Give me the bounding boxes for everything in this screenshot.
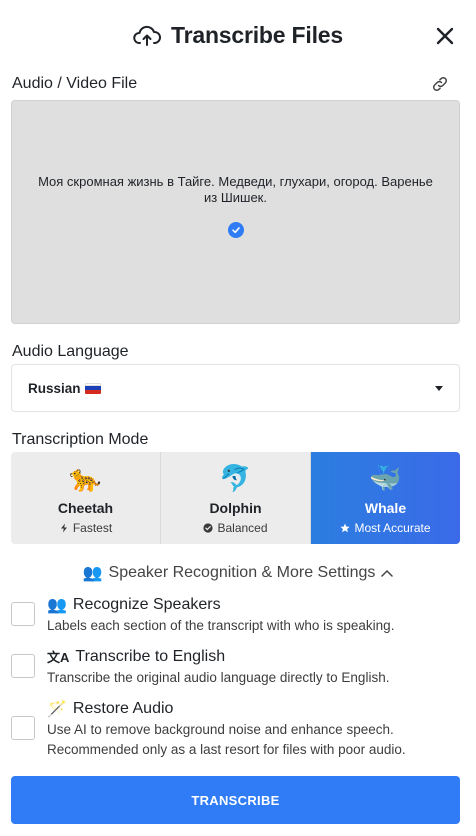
option-desc: Labels each section of the transcript wi… — [47, 618, 395, 633]
option-restore-audio: 🪄 Restore Audio Use AI to remove backgro… — [11, 699, 461, 763]
caret-down-icon — [435, 386, 443, 391]
file-dropzone[interactable]: Моя скромная жизнь в Тайге. Медведи, глу… — [11, 100, 460, 324]
more-settings-label: Speaker Recognition & More Settings — [108, 564, 376, 581]
transcribe-button[interactable]: TRANSCRIBE — [11, 776, 460, 824]
people-icon: 👥 — [82, 565, 103, 582]
option-desc: Use AI to remove background noise and en… — [47, 722, 406, 757]
option-title-label: Transcribe to English — [75, 647, 226, 665]
whale-icon: 🐳 — [369, 463, 402, 493]
chevron-up-icon — [381, 569, 394, 577]
check-circle-icon — [227, 222, 244, 238]
star-icon — [340, 523, 351, 533]
lightning-icon — [60, 523, 67, 533]
mode-dolphin[interactable]: 🐬 Dolphin Balanced — [161, 452, 311, 544]
cloud-upload-icon — [133, 25, 162, 46]
magic-wand-icon: 🪄 — [47, 701, 67, 718]
option-title: 🪄 Restore Audio — [47, 699, 173, 719]
mode-cheetah[interactable]: 🐆 Cheetah Fastest — [11, 452, 161, 544]
mode-whale[interactable]: 🐳 Whale Most Accurate — [311, 452, 460, 544]
link-icon[interactable] — [430, 74, 450, 94]
option-title-label: Recognize Speakers — [72, 596, 221, 613]
mode-sub-label: Most Accurate — [354, 521, 431, 535]
option-transcribe-english: 文A Transcribe to English Transcribe the … — [11, 647, 461, 691]
option-title: 👥 Recognize Speakers — [47, 595, 221, 615]
title-wrap: Transcribe Files — [0, 22, 476, 49]
cheetah-icon: 🐆 — [69, 463, 102, 493]
language-select[interactable]: Russian — [11, 364, 460, 412]
mode-name: Dolphin — [209, 500, 262, 516]
people-icon: 👥 — [47, 597, 67, 614]
check-badge-icon — [203, 523, 214, 533]
mode-subtitle: Most Accurate — [340, 521, 431, 535]
more-settings-toggle[interactable]: 👥 Speaker Recognition & More Settings — [0, 563, 476, 583]
transcribe-english-checkbox[interactable] — [11, 654, 35, 678]
restore-audio-checkbox[interactable] — [11, 716, 35, 740]
option-title: 文A Transcribe to English — [47, 647, 225, 666]
close-icon[interactable] — [434, 25, 456, 47]
dialog-header: Transcribe Files — [0, 0, 476, 72]
russia-flag-icon — [84, 382, 101, 394]
mode-subtitle: Balanced — [203, 521, 268, 535]
translate-icon: 文A — [47, 650, 70, 665]
dialog-title: Transcribe Files — [171, 22, 343, 48]
dolphin-icon: 🐬 — [219, 463, 252, 493]
mode-label: Transcription Mode — [12, 431, 149, 448]
option-recognize-speakers: 👥 Recognize Speakers Labels each section… — [11, 595, 461, 639]
recognize-speakers-checkbox[interactable] — [11, 602, 35, 626]
language-value: Russian — [28, 380, 81, 396]
option-desc: Transcribe the original audio language d… — [47, 670, 390, 685]
file-name: Моя скромная жизнь в Тайге. Медведи, глу… — [38, 174, 433, 205]
mode-sub-label: Balanced — [217, 521, 268, 535]
file-label: Audio / Video File — [12, 75, 138, 92]
mode-subtitle: Fastest — [59, 521, 112, 535]
mode-selector: 🐆 Cheetah Fastest 🐬 Dolphin Balanced 🐳 W… — [11, 452, 460, 544]
option-title-label: Restore Audio — [72, 700, 174, 717]
language-label: Audio Language — [12, 343, 129, 360]
mode-name: Whale — [364, 500, 407, 516]
mode-sub-label: Fastest — [72, 521, 113, 535]
mode-name: Cheetah — [57, 500, 114, 516]
